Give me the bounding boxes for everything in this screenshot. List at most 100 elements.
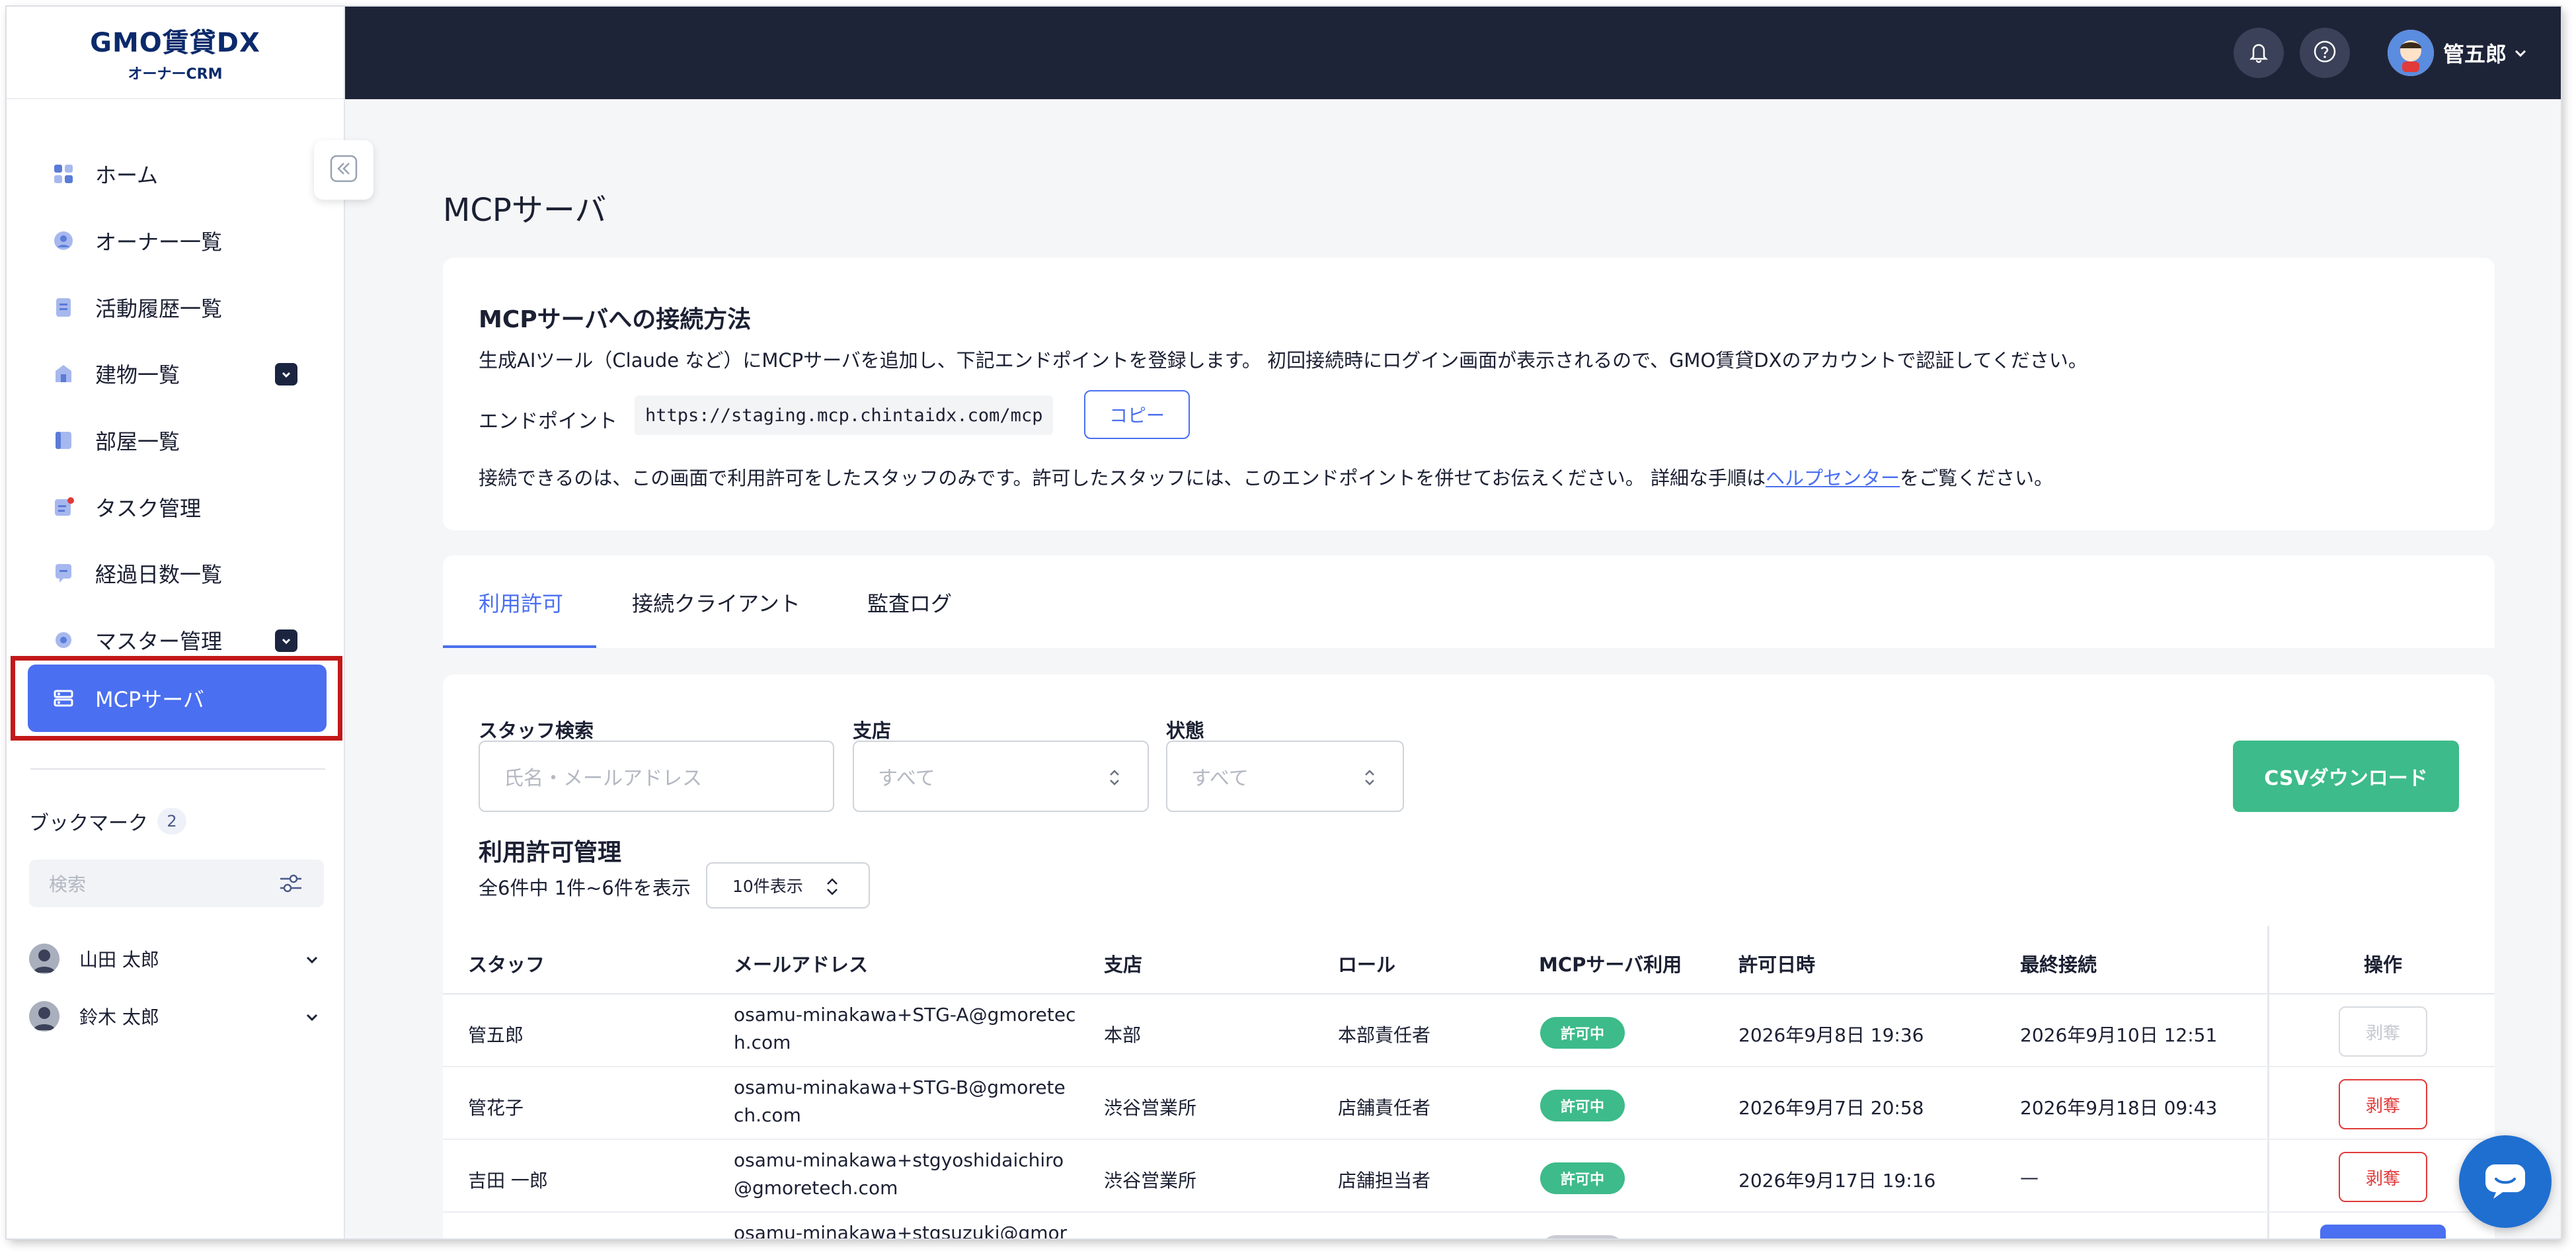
bookmark-user-item[interactable]: 山田 太郎 — [29, 936, 324, 982]
sidebar-item-buildings[interactable]: 建物一覧 — [7, 344, 345, 403]
cell-role: 店舗担当者 — [1338, 1170, 1431, 1192]
status-badge: 許可中 — [1540, 1162, 1625, 1194]
cell-branch: 渋谷営業所 — [1104, 1097, 1197, 1119]
notification-button[interactable] — [2234, 28, 2284, 78]
sidebar: GMO賃貸DX オーナーCRM ホーム オーナー一覧 活動履歴一覧 建物一覧 部… — [7, 7, 345, 1238]
filter-sliders-icon[interactable] — [279, 873, 303, 899]
expand-chevron-icon[interactable] — [275, 629, 297, 652]
cell-email-line1: osamu-minakawa+stgyoshidaichiro — [734, 1149, 1064, 1171]
page-size-select[interactable]: 10件表示 — [706, 862, 870, 909]
tab-permissions[interactable]: 利用許可 — [479, 587, 563, 618]
sidebar-divider — [30, 768, 325, 770]
column-header: 許可日時 — [1738, 953, 1816, 976]
bookmark-title: ブックマーク — [29, 812, 148, 835]
status-badge: 未許可 — [1540, 1235, 1625, 1238]
user-avatar — [2388, 30, 2434, 76]
logo-text: GMO賃貸DX — [90, 28, 260, 58]
cell-staff: 管五郎 — [468, 1024, 524, 1046]
branch-value: すべて — [878, 767, 935, 790]
page-title: MCPサーバ — [443, 192, 607, 229]
select-updown-icon — [1363, 767, 1376, 793]
chevron-down-icon[interactable] — [304, 950, 320, 972]
sidebar-item-owners[interactable]: オーナー一覧 — [7, 211, 345, 270]
tab-connected-clients[interactable]: 接続クライアント — [632, 587, 800, 618]
bookmark-search-input[interactable]: 検索 — [29, 860, 324, 907]
sidebar-item-label: タスク管理 — [95, 496, 202, 521]
tab-audit-log[interactable]: 監査ログ — [867, 587, 952, 618]
endpoint-url[interactable]: https://staging.mcp.chintaidx.com/mcp — [635, 395, 1054, 435]
user-menu[interactable]: 管五郎 — [2388, 28, 2528, 78]
expand-chevron-icon[interactable] — [275, 363, 297, 385]
column-header: 操作 — [2364, 953, 2403, 976]
bookmark-user-name: 鈴木 太郎 — [79, 1006, 159, 1028]
double-chevron-left-icon — [329, 154, 358, 186]
connection-note: 接続できるのは、この画面で利用許可をしたスタッフのみです。許可したスタッフには、… — [479, 463, 2053, 491]
column-header: MCPサーバ利用 — [1539, 953, 1682, 976]
sidebar-item-tasks[interactable]: タスク管理 — [7, 477, 345, 537]
staff-search-input[interactable]: 氏名・メールアドレス — [479, 741, 834, 812]
column-header: スタッフ — [468, 953, 545, 976]
document-icon — [53, 297, 74, 318]
bookmark-search-placeholder: 検索 — [49, 873, 87, 895]
logo-subtitle: オーナーCRM — [128, 66, 223, 83]
cell-role: 本部責任者 — [1338, 1024, 1431, 1046]
revoke-button[interactable]: 剥奪 — [2339, 1152, 2427, 1202]
status-badge: 許可中 — [1540, 1017, 1625, 1049]
bookmark-user-name: 山田 太郎 — [79, 949, 159, 971]
bookmark-count-badge: 2 — [157, 808, 186, 834]
active-tab-indicator — [443, 645, 596, 648]
top-header-bar: 管五郎 — [345, 7, 2561, 99]
sidebar-item-activity[interactable]: 活動履歴一覧 — [7, 278, 345, 337]
chat-icon — [2481, 1159, 2529, 1204]
logo[interactable]: GMO賃貸DX オーナーCRM — [7, 7, 344, 99]
cell-email-line2: ch.com — [734, 1104, 801, 1126]
staff-search-label: スタッフ検索 — [479, 719, 594, 742]
chat-bubble-icon — [53, 563, 74, 584]
help-question-icon — [2312, 39, 2337, 67]
staff-search-placeholder: 氏名・メールアドレス — [504, 767, 702, 790]
cell-last-connection: 2026年9月10日 12:51 — [2020, 1024, 2218, 1046]
chevron-down-icon[interactable] — [304, 1008, 320, 1030]
collapse-sidebar-button[interactable] — [314, 140, 373, 200]
avatar — [29, 1001, 59, 1032]
help-center-link[interactable]: ヘルプセンター — [1766, 467, 1900, 489]
cell-branch: 渋谷営業所 — [1104, 1170, 1197, 1192]
cell-last-connection: 2026年9月18日 09:43 — [2020, 1097, 2218, 1119]
column-header: 最終接続 — [2020, 953, 2097, 976]
note-text-end: をご覧ください。 — [1900, 467, 2054, 489]
avatar — [29, 944, 59, 974]
connection-info-card: MCPサーバへの接続方法 生成AIツール（Claude など）にMCPサーバを追… — [443, 258, 2495, 530]
note-text: 接続できるのは、この画面で利用許可をしたスタッフのみです。許可したスタッフには、… — [479, 467, 1766, 489]
branch-label: 支店 — [853, 719, 892, 742]
sidebar-item-label: 建物一覧 — [95, 362, 180, 387]
sidebar-item-home[interactable]: ホーム — [7, 144, 345, 204]
grant-button[interactable]: 許可する — [2320, 1225, 2446, 1238]
cell-staff: 吉田 一郎 — [468, 1170, 548, 1192]
revoke-button[interactable]: 剥奪 — [2339, 1079, 2427, 1129]
branch-select[interactable]: すべて — [853, 741, 1149, 812]
bookmark-user-item[interactable]: 鈴木 太郎 — [29, 993, 324, 1039]
status-value: すべて — [1191, 767, 1249, 790]
revoke-button[interactable]: 剥奪 — [2339, 1006, 2427, 1057]
status-select[interactable]: すべて — [1166, 741, 1404, 812]
table-row: 管五郎 osamu-minakawa+STG-A@gmoretec h.com 本部 本… — [443, 994, 2495, 1067]
endpoint-label: エンドポイント — [479, 410, 617, 433]
user-name: 管五郎 — [2443, 42, 2507, 67]
sidebar-item-elapsed-days[interactable]: 経過日数一覧 — [7, 544, 345, 603]
chat-support-button[interactable] — [2459, 1135, 2552, 1228]
book-icon — [53, 430, 74, 451]
task-icon — [53, 497, 74, 518]
bookmark-section-title: ブックマーク 2 — [29, 807, 186, 836]
sidebar-item-label: マスター管理 — [95, 629, 223, 654]
csv-download-button[interactable]: CSVダウンロード — [2233, 741, 2459, 812]
sidebar-item-rooms[interactable]: 部屋一覧 — [7, 411, 345, 470]
table-row: 管花子 osamu-minakawa+STG-B@gmorete ch.com 渋谷営… — [443, 1067, 2495, 1140]
table-row: 吉田 一郎 osamu-minakawa+stgyoshidaichiro @gmo… — [443, 1140, 2495, 1213]
cell-staff: 管花子 — [468, 1097, 524, 1119]
table-header: スタッフ メールアドレス 支店 ロール MCPサーバ利用 許可日時 最終接続 操… — [443, 926, 2495, 994]
cell-email-line1: osamu-minakawa+stgsuzuki@gmor — [734, 1222, 1068, 1238]
copy-button[interactable]: コピー — [1084, 390, 1190, 439]
help-button[interactable] — [2300, 28, 2350, 78]
cell-granted-at: 2026年9月8日 19:36 — [1738, 1024, 1924, 1046]
select-updown-icon — [1108, 767, 1121, 793]
